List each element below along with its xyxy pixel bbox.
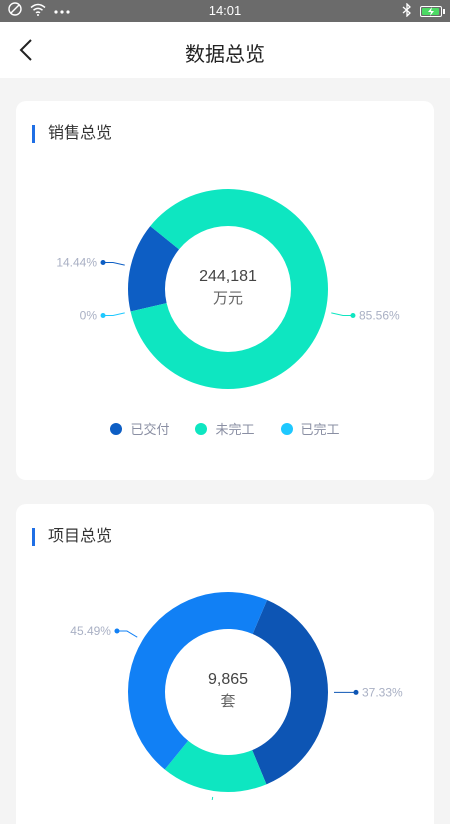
sales-data-label-2: 0%	[80, 309, 98, 323]
battery-icon	[420, 6, 442, 17]
sales-center-unit: 万元	[213, 289, 243, 307]
sales-overview-card: 销售总览 244,181 万元 14.44%85.56%0% 已交付未完工已完工	[16, 101, 434, 480]
project-overview-card: 项目总览 9,865 套 37.33%17.17%45.49%	[16, 504, 434, 824]
projects-label-dot-0	[353, 690, 358, 695]
navigation-header: 数据总览	[0, 22, 450, 78]
sales-label-line-0	[103, 262, 125, 265]
projects-label-dot-2	[114, 629, 119, 634]
sales-donut-chart: 244,181 万元 14.44% 85.56% 0%	[16, 101, 434, 401]
bluetooth-icon	[402, 3, 412, 20]
projects-donut-chart: 9,865 套 37.33%17.17%45.49%	[16, 504, 434, 800]
projects-data-label-2: 45.49%	[70, 624, 111, 638]
sales-label-line-1	[331, 313, 353, 316]
legend-swatch-2	[281, 423, 293, 435]
status-bar: 14:01	[0, 0, 450, 22]
legend-label-1: 未完工	[215, 419, 254, 438]
sales-label-dot-0	[101, 260, 106, 265]
status-time: 14:01	[0, 3, 450, 18]
status-icons-right	[402, 3, 442, 20]
page-title: 数据总览	[0, 38, 450, 67]
projects-label-line-2	[117, 631, 137, 637]
legend-item-1[interactable]: 未完工	[195, 419, 254, 438]
sales-data-label-1: 85.56%	[359, 309, 400, 323]
legend-item-0[interactable]: 已交付	[110, 419, 169, 438]
projects-center-value: 9,865	[208, 671, 248, 688]
sales-label-line-2	[103, 313, 125, 316]
legend-label-2: 已完工	[301, 419, 340, 438]
sales-legend: 已交付 未完工 已完工	[16, 419, 434, 438]
sales-label-dot-2	[101, 313, 106, 318]
sales-data-label-0: 14.44%	[56, 255, 97, 269]
sales-label-dot-1	[350, 313, 355, 318]
projects-center-unit: 套	[220, 692, 235, 710]
legend-item-2[interactable]: 已完工	[281, 419, 340, 438]
legend-label-0: 已交付	[130, 419, 169, 438]
projects-slice-0	[252, 600, 328, 784]
legend-swatch-1	[195, 423, 207, 435]
legend-swatch-0	[110, 423, 122, 435]
sales-center-value: 244,181	[199, 268, 257, 285]
projects-data-label-0: 37.33%	[362, 685, 403, 699]
